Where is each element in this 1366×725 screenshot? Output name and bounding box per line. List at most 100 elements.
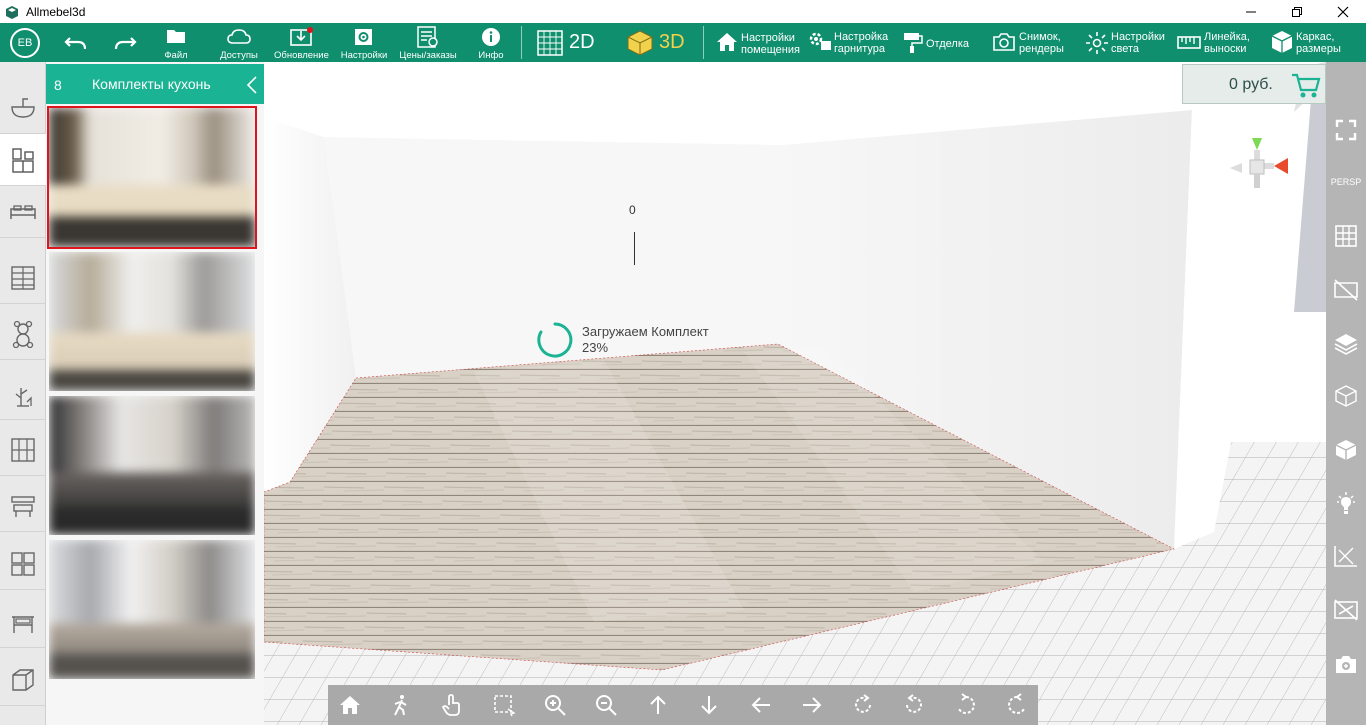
select-area-icon[interactable] [492,693,516,717]
dimensions-toggle[interactable] [1326,536,1366,576]
category-tables[interactable] [0,596,46,648]
app-logo-icon [6,5,18,19]
wireframe-toggle[interactable] [1326,376,1366,416]
kitchen-set-image [49,540,255,679]
settings-icon [355,29,372,45]
desk-icon [11,495,35,517]
cube-3d-icon [627,29,653,56]
category-kitchens[interactable] [0,134,46,186]
category-wardrobes[interactable] [0,252,46,304]
category-custom[interactable] [0,654,46,706]
move-down-icon[interactable] [697,693,721,717]
grid-2d-icon [537,29,563,56]
mode-3d-button[interactable]: 3D [626,27,685,58]
category-plumbing[interactable] [0,82,46,134]
cart-icon [1292,73,1321,98]
rotate-cw-icon[interactable] [851,693,875,717]
settings-button[interactable]: Настройки [338,23,390,62]
download-update-icon [290,27,313,46]
home-icon[interactable] [338,693,362,717]
fullscreen-button[interactable] [1326,110,1366,150]
3d-viewport[interactable]: 0 Загружаем Комплект 23% 0 руб. [264,62,1326,725]
set-settings-line2: гарнитура [834,43,885,55]
light-sun-icon [1086,32,1108,54]
rotate-left-icon[interactable] [954,693,978,717]
textures-toggle[interactable] [1326,324,1366,364]
redo-button[interactable] [111,23,139,62]
light-bulb-icon [1337,492,1355,514]
category-bedroom[interactable] [0,186,46,238]
home-icon [717,33,737,51]
move-left-icon[interactable] [749,693,773,717]
finish-label: Отделка [926,38,969,50]
frame-line2: размеры [1296,43,1341,55]
gear-furniture-icon [809,32,831,50]
undo-button[interactable] [62,23,90,62]
zoom-in-icon[interactable] [543,693,567,717]
kitchen-set-thumbnail[interactable] [47,106,257,249]
kitchen-set-thumbnail[interactable] [49,252,255,391]
no-dimensions-icon [1334,599,1358,621]
room-settings-line1: Настройки [741,32,795,44]
category-office[interactable] [0,480,46,532]
move-right-icon[interactable] [800,693,824,717]
hide-wall-icon [1334,279,1358,301]
walk-icon[interactable] [389,693,413,717]
minimize-button[interactable] [1228,0,1274,23]
kitchen-set-image [49,252,255,391]
kitchen-set-thumbnail[interactable] [49,396,255,535]
sink-icon [11,97,35,118]
lighting-toggle[interactable] [1326,484,1366,524]
hand-icon[interactable] [440,693,464,717]
rotate-ccw-icon[interactable] [902,693,926,717]
access-button[interactable]: Доступы [214,23,264,62]
grid-toggle[interactable] [1326,216,1366,256]
cloud-icon [227,29,251,44]
snapshot-render-button[interactable]: Снимок, рендеры [992,23,1072,62]
category-sidebar [0,62,46,725]
ruler-line1: Линейка, [1204,31,1250,43]
dimension-line [634,232,635,265]
finish-button[interactable]: Отделка [903,23,975,62]
category-modules[interactable] [0,538,46,590]
ruler-button[interactable]: Линейка, выноски [1177,23,1255,62]
title-bar: Allmebel3d [0,0,1366,23]
user-avatar[interactable]: EB [10,28,40,58]
kitchen-set-thumbnail[interactable] [49,540,255,679]
chevron-left-icon[interactable] [246,75,258,95]
minimize-icon [1246,11,1256,12]
info-button[interactable]: Инфо [472,23,510,62]
rotate-right-icon[interactable] [1005,693,1029,717]
file-label: Файл [164,50,188,61]
category-decor[interactable] [0,368,46,420]
room-settings-button[interactable]: Настройки помещения [716,23,800,62]
hide-walls-toggle[interactable] [1326,270,1366,310]
screenshot-button[interactable] [1326,644,1366,684]
toolbar-divider [703,26,704,59]
category-kids[interactable] [0,308,46,360]
hide-dimensions-toggle[interactable] [1326,590,1366,630]
cart-price[interactable]: 0 руб. [1182,64,1326,104]
grid-icon [1335,225,1357,247]
file-button[interactable]: Файл [156,23,196,62]
zoom-out-icon[interactable] [594,693,618,717]
mode-2d-button[interactable]: 2D [537,27,595,58]
modules-icon [11,551,35,576]
set-settings-button[interactable]: Настройка гарнитура [808,23,894,62]
light-settings-button[interactable]: Настройки света [1085,23,1169,62]
wireframe-cube-icon [1335,385,1357,407]
room-scene [264,62,1326,725]
axis-gizmo-icon[interactable] [1222,136,1292,202]
restore-button[interactable] [1274,0,1320,23]
main-toolbar: EB Файл Доступы Обновление Настройки Цен… [0,23,1366,62]
close-button[interactable] [1320,0,1366,23]
prices-orders-button[interactable]: Цены/заказы [396,23,460,62]
category-shelving[interactable] [0,424,46,476]
perspective-toggle[interactable]: PERSP [1326,162,1366,202]
loading-text: Загружаем Комплект [582,324,709,339]
move-up-icon[interactable] [646,693,670,717]
solid-toggle[interactable] [1326,430,1366,470]
frame-dimensions-button[interactable]: Каркас, размеры [1269,23,1359,62]
update-button[interactable]: Обновление [274,23,329,62]
loading-indicator: Загружаем Комплект 23% [536,321,709,359]
